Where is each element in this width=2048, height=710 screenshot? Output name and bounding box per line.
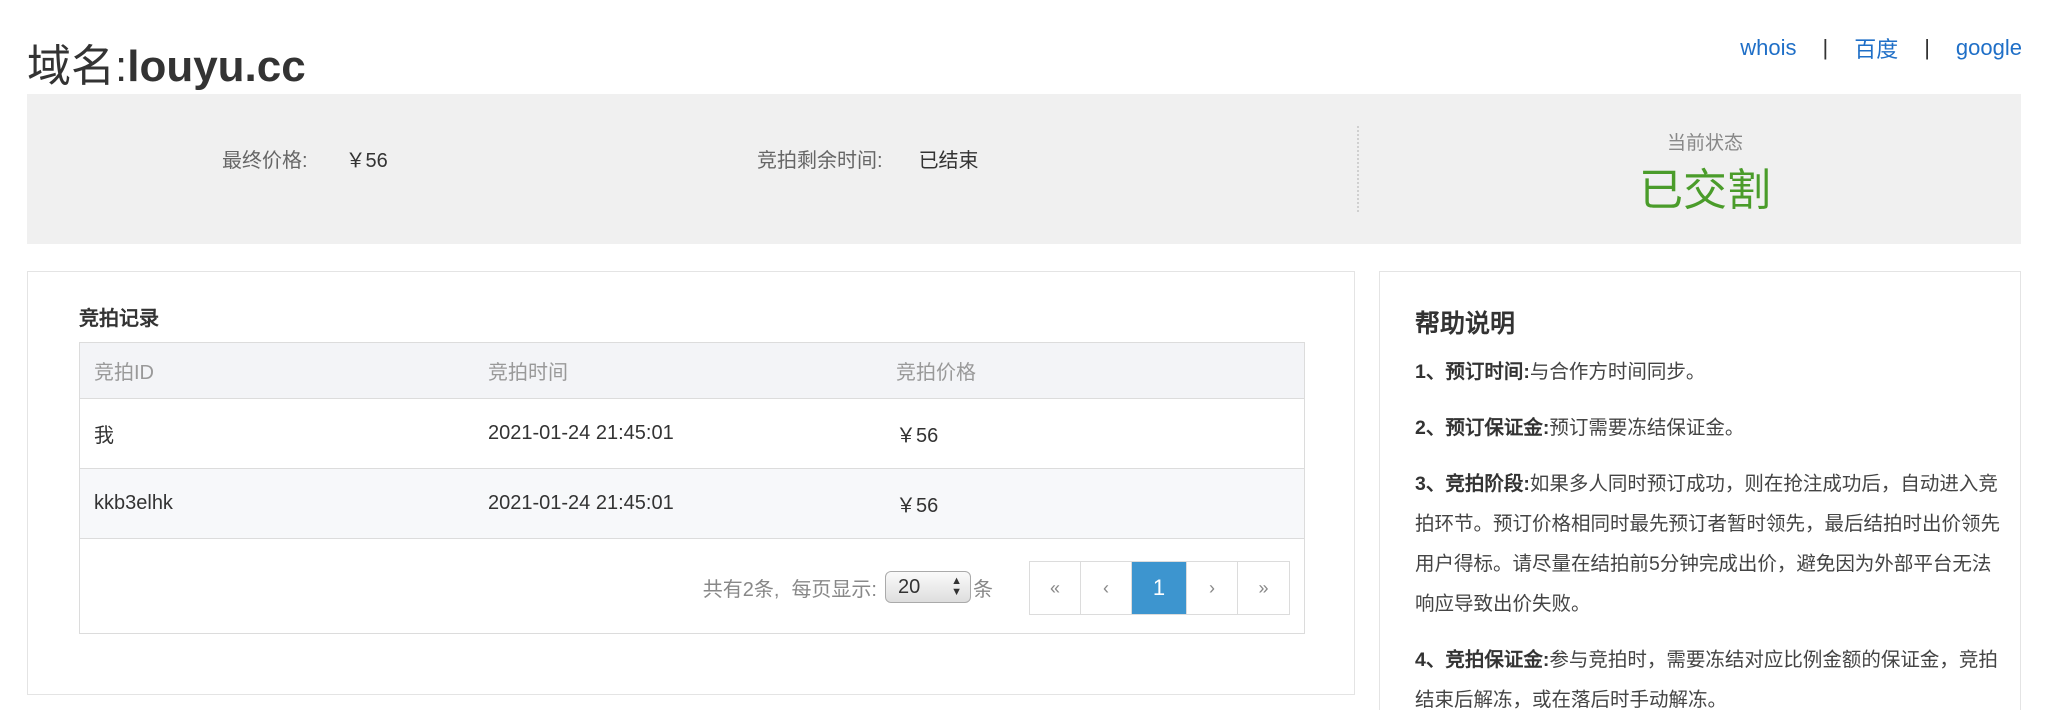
bid-id-cell: 我 xyxy=(94,425,114,447)
final-price: 最终价格: ￥56 xyxy=(222,144,388,173)
help-item: 2、预订保证金:预订需要冻结保证金。 xyxy=(1415,408,2005,448)
current-state-label: 当前状态 xyxy=(1666,133,1743,154)
google-link[interactable]: google xyxy=(1956,35,2022,61)
page-1-button[interactable]: 1 xyxy=(1132,562,1187,614)
prev-page-button[interactable]: ‹ xyxy=(1081,562,1132,614)
current-state-value: 已交割 xyxy=(1639,166,1771,215)
total-count: 共有2条, xyxy=(702,578,780,601)
final-price-label: 最终价格: xyxy=(222,150,308,172)
bid-records-panel: 竞拍记录 竞拍ID 竞拍时间 竞拍价格 我 2021-01-24 21:45:0… xyxy=(27,271,1355,695)
pager-row: 共有2条, 每页显示: 20 ▲ ▼ 条 « ‹ 1 › » xyxy=(80,539,1304,633)
help-item-body: 与合作方时间同步。 xyxy=(1529,361,1706,383)
help-item-body: 预订需要冻结保证金。 xyxy=(1549,417,1745,439)
help-item-head: 1、预订时间: xyxy=(1415,361,1530,383)
link-separator: | xyxy=(1822,35,1829,60)
table-row: kkb3elhk 2021-01-24 21:45:01 ￥56 xyxy=(80,469,1304,539)
first-page-button[interactable]: « xyxy=(1030,562,1081,614)
select-arrows-icon: ▲ ▼ xyxy=(951,575,962,598)
column-header-bid-time: 竞拍时间 xyxy=(488,362,568,384)
page-header: 域名:louyu.cc whois | 百度 | google xyxy=(27,26,2022,91)
page-size-value: 20 xyxy=(898,575,921,598)
help-item-head: 2、预订保证金: xyxy=(1415,417,1550,439)
bid-time-cell: 2021-01-24 21:45:01 xyxy=(488,422,674,444)
remaining-time-label: 竞拍剩余时间: xyxy=(757,150,883,172)
help-item: 1、预订时间:与合作方时间同步。 xyxy=(1415,352,2005,392)
last-page-button[interactable]: » xyxy=(1238,562,1289,614)
bid-records-title: 竞拍记录 xyxy=(79,308,159,330)
next-page-button[interactable]: › xyxy=(1187,562,1238,614)
external-links: whois | 百度 | google xyxy=(1740,32,2022,64)
baidu-link[interactable]: 百度 xyxy=(1854,32,1898,64)
whois-link[interactable]: whois xyxy=(1740,35,1796,61)
help-item-head: 3、竞拍阶段: xyxy=(1415,473,1530,495)
pager-info: 共有2条, 每页显示: 20 ▲ ▼ 条 xyxy=(703,571,993,603)
help-item-head: 4、竞拍保证金: xyxy=(1415,649,1550,671)
domain-label: 域名: xyxy=(27,42,128,91)
remaining-time-value: 已结束 xyxy=(918,150,979,172)
help-title: 帮助说明 xyxy=(1415,310,1516,338)
auction-status-bar: 最终价格: ￥56 竞拍剩余时间: 已结束 当前状态 已交割 xyxy=(27,94,2021,244)
remaining-time: 竞拍剩余时间: 已结束 xyxy=(757,144,979,173)
domain-title: 域名:louyu.cc xyxy=(27,30,306,94)
domain-name: louyu.cc xyxy=(127,42,306,91)
column-header-bid-price: 竞拍价格 xyxy=(896,362,976,384)
page-size-unit: 条 xyxy=(973,578,993,601)
help-panel: 帮助说明 1、预订时间:与合作方时间同步。 2、预订保证金:预订需要冻结保证金。… xyxy=(1379,271,2021,710)
page-size-select[interactable]: 20 ▲ ▼ xyxy=(885,571,971,603)
help-item: 4、竞拍保证金:参与竞拍时，需要冻结对应比例金额的保证金，竞拍结束后解冻，或在落… xyxy=(1415,640,2005,710)
bid-time-cell: 2021-01-24 21:45:01 xyxy=(488,492,674,514)
final-price-value: ￥56 xyxy=(345,150,388,172)
table-row: 我 2021-01-24 21:45:01 ￥56 xyxy=(80,399,1304,469)
pagination: « ‹ 1 › » xyxy=(1029,561,1290,615)
column-header-bid-id: 竞拍ID xyxy=(94,362,154,384)
bid-price-cell: ￥56 xyxy=(896,495,939,517)
table-header-row: 竞拍ID 竞拍时间 竞拍价格 xyxy=(80,343,1304,399)
help-items: 1、预订时间:与合作方时间同步。 2、预订保证金:预订需要冻结保证金。 3、竞拍… xyxy=(1415,352,2005,710)
bid-records-table: 竞拍ID 竞拍时间 竞拍价格 我 2021-01-24 21:45:01 ￥56… xyxy=(79,342,1305,634)
bid-price-cell: ￥56 xyxy=(896,425,939,447)
per-page-label: 每页显示: xyxy=(791,578,877,601)
link-separator: | xyxy=(1924,35,1930,60)
bid-id-cell: kkb3elhk xyxy=(94,492,173,514)
help-item: 3、竞拍阶段:如果多人同时预订成功，则在抢注成功后，自动进入竞拍环节。预订价格相… xyxy=(1415,464,2005,624)
